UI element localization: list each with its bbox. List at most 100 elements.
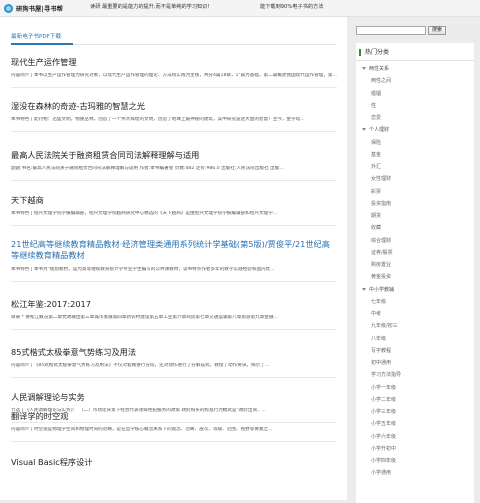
category-link[interactable]: 两性之间 [362, 75, 474, 87]
category-label: 婚姻 [371, 90, 382, 97]
caret-down-icon [362, 287, 366, 291]
article-title[interactable]: 湿没在森林的奇迹-古玛雅的智慧之光 [11, 101, 337, 111]
search-button[interactable]: 搜索 [428, 26, 447, 35]
article-title[interactable]: 松江年鉴:2017:2017 [11, 299, 337, 309]
article-summary: 本书特色 | 本书为"规划教材，是为高等继续教育统计学专业学生编写的公共课教材，… [11, 267, 275, 272]
category-link[interactable]: 综合理财 [362, 235, 474, 247]
article-title[interactable]: 人民调解理论与实务 [11, 392, 337, 402]
article-title[interactable]: 现代生产运作管理 [11, 57, 337, 67]
search-input[interactable] [356, 26, 426, 35]
category-list: 两性关系两性之间婚姻性恋爱个人理财保险基金外汇女性理财彩票投资指南期货收藏综合理… [362, 63, 474, 480]
category-link[interactable]: 小学四年级 [362, 455, 474, 467]
category-label: 个人理财 [369, 127, 390, 134]
category-label: 中考 [371, 311, 382, 317]
category-label: 小学一年级 [371, 384, 397, 391]
article-summary: 本书特色 | 此刊物：迅猛文明，物质丛林，创造了一个伟大辉煌的文明，创造了地球上… [11, 117, 305, 122]
category-link[interactable]: 学习方法指导 [362, 369, 474, 381]
category-label: 中小学教辅 [369, 286, 395, 293]
category-link[interactable]: 期货 [362, 210, 474, 222]
category-label: 两性之间 [371, 78, 392, 85]
category-link[interactable]: 女性理财 [362, 173, 474, 185]
category-link[interactable]: 中考 [362, 308, 474, 320]
article-item: 天下越商 本书特色 | 绍兴文理学院学报编辑部，绍兴文理学院越商研究中心精选的《… [11, 195, 337, 226]
article-summary: 内容简介 | 时空观是物理学空间和物理时间的范畴，是在哲学核心概念关系下的观念、… [11, 427, 273, 432]
category-link[interactable]: 证券/股票 [362, 247, 474, 259]
article-item: 翻译学的时空观 内容简介 | 时空观是物理学空间和物理时间的范畴，是在哲学核心概… [11, 411, 337, 442]
article-title[interactable]: 21世纪高等继续教育精品教材·经济管理类通用系列统计学基础(第5版)/贾俊平/2… [11, 239, 337, 261]
category-label: 小学四年级 [371, 458, 397, 464]
category-link[interactable]: 外汇 [362, 161, 474, 173]
article-summary: 内容简介 | 本书以生产运作管理为研究对象，以现代生产运作管理的理论、方法和实践… [11, 73, 337, 78]
categories-panel: 热门分类 两性关系 两性之间 婚姻性恋爱 个人理财 保险 基金 外汇 女性理财 彩票 投资指南 期货… [356, 43, 474, 503]
article-item: 最高人民法院关于融资租赁合同司法解释理解与适用 副题:书名:最高人民法院关于融资… [11, 150, 337, 181]
main-content: 最新电子书PDF下载 现代生产运作管理 内容简介 | 本书以生产运作管理为研究对… [0, 17, 347, 500]
category-link[interactable]: 购房置业 [362, 259, 474, 271]
category-link[interactable]: 恋爱 [362, 112, 474, 124]
category-link[interactable]: 小学五年级 [362, 418, 474, 430]
article-divider [11, 87, 337, 88]
article-divider [11, 281, 337, 282]
category-link[interactable]: 小学三年级 [362, 406, 474, 418]
tab-active-underline [11, 43, 73, 45]
article-title[interactable]: 最高人民法院关于融资租赁合同司法解释理解与适用 [11, 150, 337, 160]
article-divider [11, 225, 337, 226]
category-link[interactable]: 九年级/初三 [362, 320, 474, 332]
category-label: 小学五年级 [371, 421, 397, 428]
category-link[interactable]: 初中通用 [362, 357, 474, 369]
article-item: 21世纪高等继续教育精品教材·经济管理类通用系列统计学基础(第5版)/贾俊平/2… [11, 239, 337, 282]
category-label: 投资指南 [371, 200, 392, 207]
category-link[interactable]: 小学二年级 [362, 394, 474, 406]
category-link[interactable]: 小学通用 [362, 467, 474, 479]
caret-down-icon [362, 67, 366, 70]
category-link[interactable]: 性 [362, 100, 474, 112]
category-link[interactable]: 基金 [362, 149, 474, 161]
article-item: 现代生产运作管理 内容简介 | 本书以生产运作管理为研究对象，以现代生产运作管理… [11, 57, 337, 88]
category-link[interactable]: 小学六年级 [362, 431, 474, 443]
article-title[interactable]: Visual Basic程序设计 [11, 457, 337, 467]
category-link[interactable]: 七年级 [362, 296, 474, 308]
search-bar: 搜索 [356, 26, 447, 35]
article-divider [11, 329, 337, 330]
category-label: 期货 [371, 213, 382, 219]
category-link[interactable]: 黄金投资 [362, 271, 474, 283]
category-label: 九年级/初三 [371, 323, 398, 330]
category-label: 恋爱 [371, 115, 382, 121]
category-group[interactable]: 两性关系 [362, 63, 474, 75]
article-title[interactable]: 翻译学的时空观 [11, 411, 337, 421]
site-logo[interactable]: 研狗书屋|寻书帮 [4, 2, 63, 14]
article-item: 松江年鉴:2017:2017 目录 * 要松江概况第二章党政联团第三章城市发展第… [11, 299, 337, 330]
category-link[interactable]: 八年级 [362, 333, 474, 345]
article-title[interactable]: 85式楷式太极拳意气势练习及用法 [11, 347, 337, 357]
section-tab-latest[interactable]: 最新电子书PDF下载 [11, 32, 61, 40]
article-summary: 目录 * 要松江概况第二章党政联团第三章城市发展第四章新农村建设第五章工业第六章… [11, 315, 278, 320]
article-summary: 本书特色 | 绍兴文理学院学报编辑部，绍兴文理学院越商研究中心精选的《天下越商》… [11, 211, 278, 216]
category-group[interactable]: 个人理财 [362, 124, 474, 136]
panel-divider [356, 60, 474, 61]
category-link[interactable]: 婚姻 [362, 88, 474, 100]
category-label: 性 [371, 102, 377, 109]
article-title[interactable]: 天下越商 [11, 195, 337, 205]
article-summary: 副题:书名:最高人民法院关于融资租赁合同司法解释理解与适用 作者:本书编著会 页… [11, 166, 284, 171]
article-divider [11, 441, 337, 442]
category-link[interactable]: 小学升初中 [362, 443, 474, 455]
category-link[interactable]: 收藏 [362, 222, 474, 234]
article-divider [11, 377, 337, 378]
category-label: 小学通用 [371, 470, 392, 477]
category-group[interactable]: 中小学教辅 [362, 284, 474, 296]
category-link[interactable]: 小学一年级 [362, 382, 474, 394]
site-name: 研狗书屋|寻书帮 [16, 5, 64, 13]
category-label: 小学三年级 [371, 409, 397, 415]
category-label: 基金 [371, 151, 382, 158]
logo-icon [4, 3, 13, 13]
category-label: 外汇 [371, 164, 382, 170]
category-label: 学习方法指导 [371, 372, 402, 379]
category-label: 两性关系 [369, 66, 390, 72]
category-link[interactable]: 彩票 [362, 186, 474, 198]
tip-left-link[interactable]: 读研 最重要的是能力的提升,而不是单纯的学习知识! [90, 3, 210, 10]
category-link[interactable]: 写字教程 [362, 345, 474, 357]
tip-right-link[interactable]: 能下载到90%电子书的方法 [260, 3, 323, 10]
category-link[interactable]: 保险 [362, 137, 474, 149]
category-label: 女性理财 [371, 176, 392, 183]
category-label: 收藏 [371, 225, 382, 232]
category-link[interactable]: 投资指南 [362, 198, 474, 210]
